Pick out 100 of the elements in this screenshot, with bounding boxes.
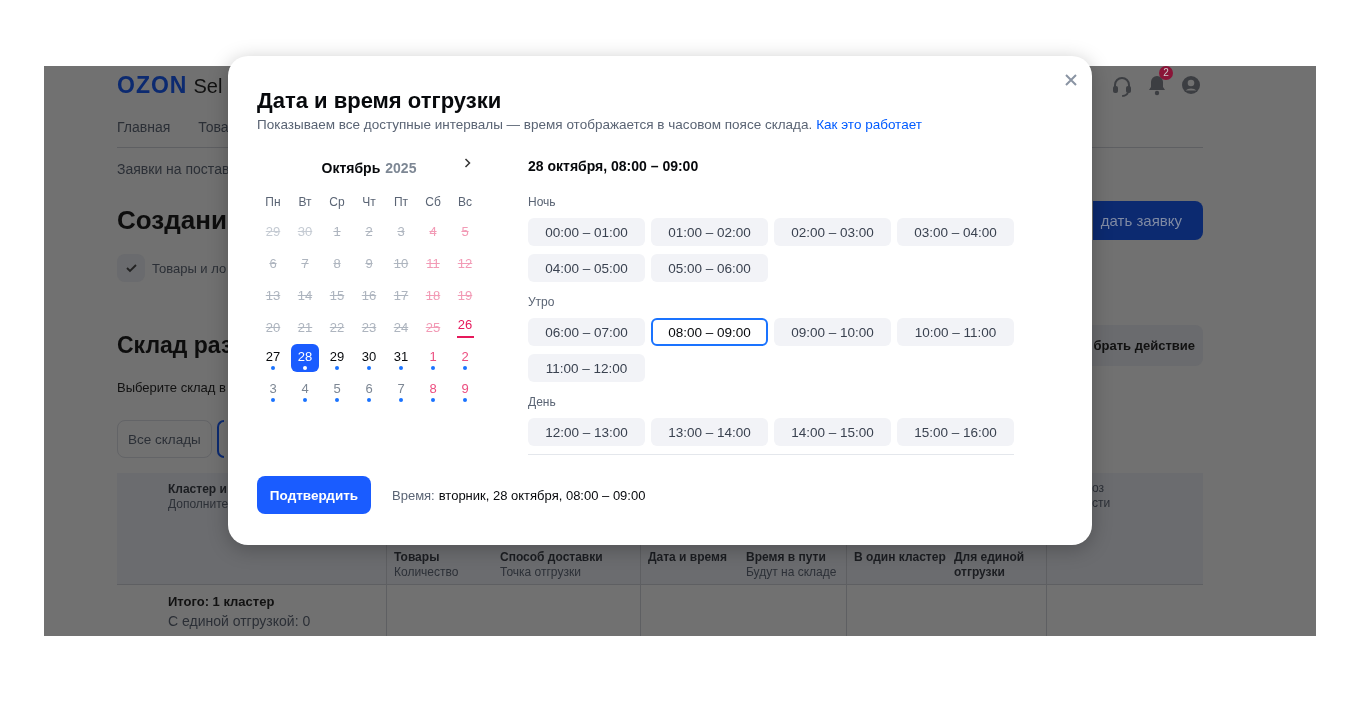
time-slot[interactable]: 15:00 – 16:00 bbox=[897, 418, 1014, 446]
calendar-day: 24 bbox=[387, 312, 415, 340]
page-title: Создани bbox=[117, 205, 227, 236]
time-slot[interactable]: 10:00 – 11:00 bbox=[897, 318, 1014, 346]
calendar-day[interactable]: 5 bbox=[323, 376, 351, 404]
column-subtitle: Будут на складе bbox=[746, 565, 838, 580]
check-icon bbox=[124, 262, 138, 274]
time-slot[interactable]: 06:00 – 07:00 bbox=[528, 318, 645, 346]
calendar-day[interactable]: 6 bbox=[355, 376, 383, 404]
calendar-day: 4 bbox=[419, 216, 447, 244]
calendar-day[interactable]: 29 bbox=[323, 344, 351, 372]
calendar-day: 3 bbox=[387, 216, 415, 244]
time-label: Время: bbox=[392, 487, 435, 503]
calendar-day: 15 bbox=[323, 280, 351, 308]
calendar-day: 18 bbox=[419, 280, 447, 308]
time-slot[interactable]: 05:00 – 06:00 bbox=[651, 254, 768, 282]
column-title: Товары bbox=[394, 550, 441, 565]
weekday-label: Вс bbox=[457, 195, 473, 209]
calendar-day: 17 bbox=[387, 280, 415, 308]
weekday-label: Сб bbox=[424, 195, 442, 209]
time-slot[interactable]: 01:00 – 02:00 bbox=[651, 218, 768, 246]
chevron-right-icon[interactable] bbox=[464, 158, 471, 168]
calendar-day[interactable]: 3 bbox=[259, 376, 287, 404]
calendar-day[interactable]: 7 bbox=[387, 376, 415, 404]
calendar-day: 21 bbox=[291, 312, 319, 340]
time-slot[interactable]: 04:00 – 05:00 bbox=[528, 254, 645, 282]
weekday-label: Пт bbox=[392, 195, 410, 209]
calendar-day: 19 bbox=[451, 280, 479, 308]
weekday-label: Пн bbox=[264, 195, 282, 209]
calendar-day: 29 bbox=[259, 216, 287, 244]
nav-link[interactable]: Главная bbox=[117, 119, 171, 135]
calendar-day[interactable]: 8 bbox=[419, 376, 447, 404]
step-label[interactable]: Товары и ло bbox=[152, 260, 227, 276]
selected-time-heading: 28 октября, 08:00 – 09:00 bbox=[528, 157, 700, 176]
time-slot[interactable]: 11:00 – 12:00 bbox=[528, 354, 645, 382]
column-title: Время в пути bbox=[746, 550, 827, 565]
calendar-day[interactable]: 2 bbox=[451, 344, 479, 372]
calendar-day: 6 bbox=[259, 248, 287, 276]
slot-group-label: Ночь bbox=[528, 194, 557, 211]
dialog-subtitle: Показываем все доступные интервалы — время отображается в часовом поясе склада. bbox=[257, 116, 813, 134]
calendar-day: 20 bbox=[259, 312, 287, 340]
calendar-day: 11 bbox=[419, 248, 447, 276]
filter-chip[interactable] bbox=[216, 420, 224, 458]
calendar-day[interactable]: 4 bbox=[291, 376, 319, 404]
column-subtitle: Точка отгрузки bbox=[500, 565, 582, 580]
summary-detail: С единой отгрузкой: 0 bbox=[168, 612, 312, 631]
logo-caption: Sel bbox=[193, 74, 223, 98]
slot-group-label: Утро bbox=[528, 294, 556, 311]
calendar-day[interactable]: 28 bbox=[291, 344, 319, 372]
calendar-day[interactable]: 1 bbox=[419, 344, 447, 372]
time-slot[interactable]: 00:00 – 01:00 bbox=[528, 218, 645, 246]
calendar-day[interactable]: 26 bbox=[451, 312, 479, 340]
column-title: оз bbox=[1092, 481, 1106, 496]
calendar-day: 10 bbox=[387, 248, 415, 276]
calendar-day[interactable]: 31 bbox=[387, 344, 415, 372]
confirm-button[interactable]: Подтвердить bbox=[257, 476, 371, 514]
help-link[interactable]: Как это работает bbox=[816, 116, 922, 134]
calendar-day: 8 bbox=[323, 248, 351, 276]
calendar-day[interactable]: 9 bbox=[451, 376, 479, 404]
calendar-day: 25 bbox=[419, 312, 447, 340]
filter-chip[interactable]: Все склады bbox=[117, 420, 212, 458]
calendar-day: 12 bbox=[451, 248, 479, 276]
year-label: 2025 bbox=[385, 160, 417, 176]
bell-icon[interactable] bbox=[1146, 74, 1168, 96]
calendar-day: 5 bbox=[451, 216, 479, 244]
weekday-label: Вт bbox=[297, 195, 313, 209]
calendar-day: 23 bbox=[355, 312, 383, 340]
profile-icon[interactable] bbox=[1181, 75, 1201, 95]
column-title: Способ доставки bbox=[500, 550, 604, 565]
calendar-day: 22 bbox=[323, 312, 351, 340]
time-slot[interactable]: 14:00 – 15:00 bbox=[774, 418, 891, 446]
weekday-label: Ср bbox=[328, 195, 346, 209]
close-icon[interactable] bbox=[1065, 74, 1077, 86]
column-title: Дата и время bbox=[648, 550, 728, 565]
weekday-label: Чт bbox=[361, 195, 377, 209]
time-slot[interactable]: 13:00 – 14:00 bbox=[651, 418, 768, 446]
calendar-day[interactable]: 30 bbox=[355, 344, 383, 372]
calendar-day[interactable]: 27 bbox=[259, 344, 287, 372]
time-slot[interactable]: 03:00 – 04:00 bbox=[897, 218, 1014, 246]
month-name: Октябрь bbox=[321, 160, 381, 176]
calendar-day: 2 bbox=[355, 216, 383, 244]
calendar-day: 7 bbox=[291, 248, 319, 276]
time-slot[interactable]: 08:00 – 09:00 bbox=[651, 318, 768, 346]
calendar-day: 16 bbox=[355, 280, 383, 308]
calendar-day: 9 bbox=[355, 248, 383, 276]
create-request-button[interactable]: дать заявку bbox=[1093, 201, 1203, 240]
slot-group-label: День bbox=[528, 394, 557, 411]
time-slot[interactable]: 02:00 – 03:00 bbox=[774, 218, 891, 246]
time-slot[interactable]: 12:00 – 13:00 bbox=[528, 418, 645, 446]
column-subtitle: Количество bbox=[394, 565, 460, 580]
action-button[interactable]: брать действие bbox=[1092, 325, 1203, 366]
time-slot[interactable]: 09:00 – 10:00 bbox=[774, 318, 891, 346]
calendar-day: 14 bbox=[291, 280, 319, 308]
hint-text: Выберите склад в bbox=[117, 379, 226, 395]
dialog-title: Дата и время отгрузки bbox=[257, 88, 503, 114]
time-value: вторник, 28 октября, 08:00 – 09:00 bbox=[438, 487, 646, 503]
summary-title: Итого: 1 кластер bbox=[168, 594, 276, 610]
column-title: В один кластер bbox=[854, 550, 947, 565]
calendar-day: 1 bbox=[323, 216, 351, 244]
calendar-day: 13 bbox=[259, 280, 287, 308]
